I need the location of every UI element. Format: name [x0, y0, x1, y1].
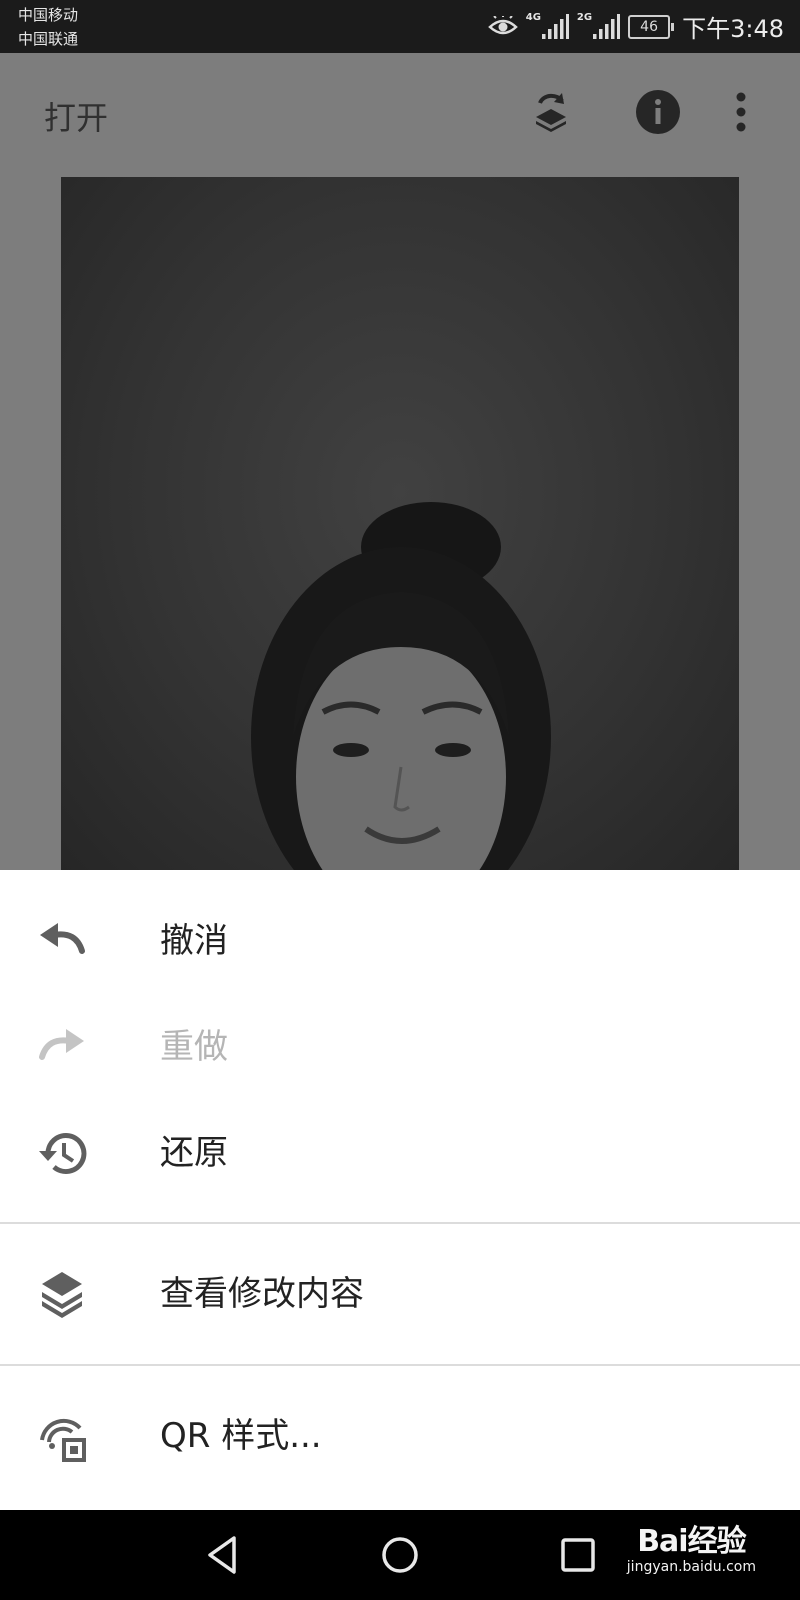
history-icon: [39, 1133, 87, 1175]
screen: 中国移动 中国联通 4G 2G 46 下午3:48 打开 撤消 重做 还原 查看…: [0, 0, 800, 1600]
network-type-1: 4G: [525, 12, 541, 23]
menu-label: 撤消: [160, 921, 228, 961]
network-type-2: 2G: [576, 12, 593, 23]
layers-sync-icon[interactable]: [526, 87, 576, 137]
navigation-bar: Bai经验 jingyan.baidu.com: [0, 1510, 800, 1600]
app-bar: 打开: [0, 53, 800, 176]
home-icon[interactable]: [375, 1530, 425, 1580]
photo-preview: [61, 177, 739, 877]
menu-label: 还原: [160, 1133, 228, 1173]
menu-label: 查看修改内容: [160, 1274, 364, 1314]
baidu-jingyan-watermark: Bai经验 jingyan.baidu.com: [627, 1526, 756, 1576]
menu-item-qr-style[interactable]: QR 样式...: [0, 1383, 800, 1489]
eye-comfort-icon: [487, 15, 518, 34]
watermark-url: jingyan.baidu.com: [626, 1559, 756, 1575]
status-bar: 中国移动 中国联通 4G 2G 46 下午3:48: [0, 0, 800, 53]
menu-label: 重做: [160, 1027, 228, 1067]
menu-item-restore[interactable]: 还原: [0, 1100, 800, 1206]
menu-divider: [0, 1222, 800, 1224]
watermark-brand: Bai经验: [637, 1524, 746, 1559]
recents-icon[interactable]: [553, 1530, 603, 1580]
menu-item-redo[interactable]: 重做: [0, 994, 800, 1100]
layers-icon: [42, 1272, 82, 1318]
qr-style-icon: [40, 1418, 86, 1462]
menu-label: QR 样式...: [160, 1416, 322, 1456]
menu-item-view-edits[interactable]: 查看修改内容: [0, 1241, 800, 1347]
carrier-secondary: 中国联通: [18, 30, 79, 48]
undo-icon: [40, 923, 85, 954]
battery-icon: 46: [628, 14, 675, 39]
status-icons: 4G 2G 46 下午3:48: [487, 0, 784, 53]
status-time: 下午3:48: [682, 15, 784, 43]
redo-icon: [39, 1029, 84, 1060]
portrait-image: [251, 502, 551, 877]
open-button[interactable]: 打开: [44, 93, 108, 139]
info-icon[interactable]: [633, 87, 683, 137]
signal-icon: [541, 13, 569, 39]
menu-divider: [0, 1364, 800, 1366]
back-icon[interactable]: [198, 1530, 248, 1580]
more-vert-icon[interactable]: [726, 87, 756, 137]
signal-icon: [593, 13, 621, 39]
menu-item-undo[interactable]: 撤消: [0, 888, 800, 994]
carrier-primary: 中国移动: [18, 6, 79, 24]
overflow-menu-sheet: 撤消 重做 还原 查看修改内容 QR 样式...: [0, 870, 800, 1510]
